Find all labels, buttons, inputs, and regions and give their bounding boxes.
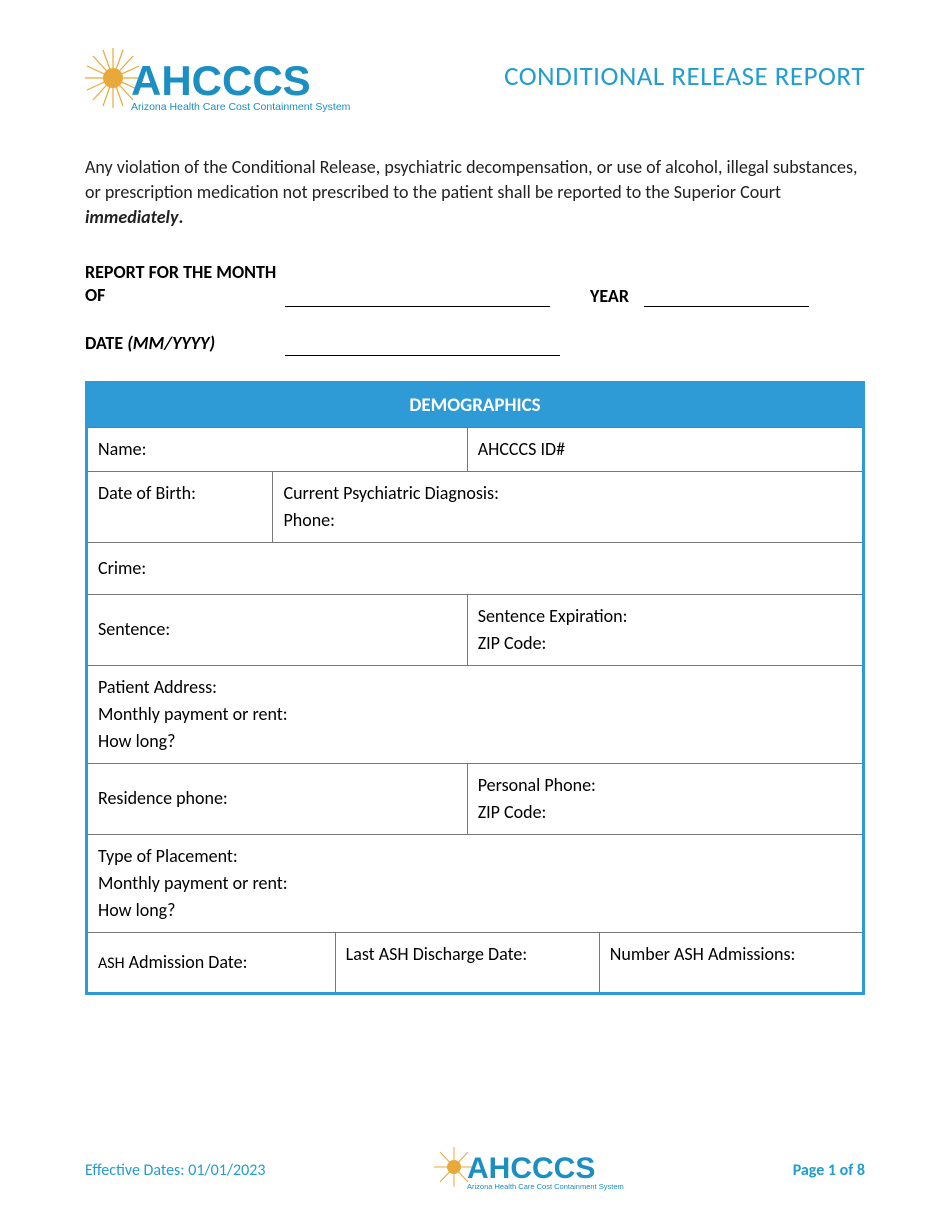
ahcccs-logo: AHCCCS Arizona Health Care Cost Containm… (85, 40, 350, 120)
logo-text: AHCCCS (131, 57, 311, 104)
sentence-exp-zip-cell[interactable]: Sentence Expiration: ZIP Code: (467, 594, 863, 665)
type-placement-label: Type of Placement: (98, 843, 852, 870)
how-long2-label: How long? (98, 897, 852, 924)
month-input-line[interactable] (285, 285, 550, 307)
name-cell[interactable]: Name: (87, 427, 468, 471)
footer-page-number: Page 1 of 8 (793, 1161, 865, 1180)
logo-block: AHCCCS Arizona Health Care Cost Containm… (85, 40, 350, 120)
footer-logo: AHCCCS Arizona Health Care Cost Containm… (434, 1140, 624, 1200)
intro-text-main: Any violation of the Conditional Release… (85, 156, 858, 203)
sentence-cell[interactable]: Sentence: (87, 594, 468, 665)
year-input-line[interactable] (644, 285, 809, 307)
footer-effective-date: Effective Dates: 01/01/2023 (85, 1161, 265, 1180)
patient-address-cell[interactable]: Patient Address: Monthly payment or rent… (87, 665, 864, 763)
monthly-payment2-label: Monthly payment or rent: (98, 870, 852, 897)
diagnosis-label: Current Psychiatric Diagnosis: (283, 480, 852, 507)
ahcccs-id-cell[interactable]: AHCCCS ID# (467, 427, 863, 471)
ash-admission-cell[interactable]: ASH Admission Date: (87, 932, 336, 993)
number-ash-cell[interactable]: Number ASH Admissions: (599, 932, 863, 993)
diagnosis-phone-cell[interactable]: Current Psychiatric Diagnosis: Phone: (273, 471, 864, 542)
placement-cell[interactable]: Type of Placement: Monthly payment or re… (87, 834, 864, 932)
page-title: CONDITIONAL RELEASE REPORT (504, 60, 865, 93)
header-row: AHCCCS Arizona Health Care Cost Containm… (85, 40, 865, 120)
demographics-header: DEMOGRAPHICS (87, 382, 864, 427)
patient-address-label: Patient Address: (98, 674, 852, 701)
monthly-payment1-label: Monthly payment or rent: (98, 701, 852, 728)
intro-paragraph: Any violation of the Conditional Release… (85, 155, 865, 231)
date-row: DATE (MM/YYYY) (85, 332, 865, 355)
intro-text-period: . (178, 206, 183, 228)
personal-phone-label: Personal Phone: (478, 772, 852, 799)
date-label: DATE (MM/YYYY) (85, 332, 285, 355)
footer: Effective Dates: 01/01/2023 AHCCCS Arizo… (0, 1140, 950, 1200)
svg-text:AHCCCS: AHCCCS (467, 1152, 595, 1185)
last-ash-discharge-cell[interactable]: Last ASH Discharge Date: (335, 932, 599, 993)
svg-text:Arizona Health Care Cost Conta: Arizona Health Care Cost Containment Sys… (467, 1182, 624, 1191)
intro-text-emph: immediately (85, 206, 178, 228)
residence-phone-cell[interactable]: Residence phone: (87, 763, 468, 834)
logo-subtext: Arizona Health Care Cost Containment Sys… (131, 101, 350, 113)
demographics-table: DEMOGRAPHICS Name: AHCCCS ID# Date of Bi… (85, 381, 865, 995)
personal-phone-zip-cell[interactable]: Personal Phone: ZIP Code: (467, 763, 863, 834)
phone-label: Phone: (283, 507, 852, 534)
how-long1-label: How long? (98, 728, 852, 755)
zip2-label: ZIP Code: (478, 799, 852, 826)
year-label: YEAR (590, 285, 629, 307)
zip1-label: ZIP Code: (478, 630, 852, 657)
sentence-expiration-label: Sentence Expiration: (478, 603, 852, 630)
dob-cell[interactable]: Date of Birth: (87, 471, 273, 542)
date-input-line[interactable] (285, 334, 560, 356)
report-month-row: REPORT FOR THE MONTH OF YEAR (85, 261, 865, 308)
crime-cell[interactable]: Crime: (87, 542, 864, 594)
report-month-label: REPORT FOR THE MONTH OF (85, 261, 285, 308)
